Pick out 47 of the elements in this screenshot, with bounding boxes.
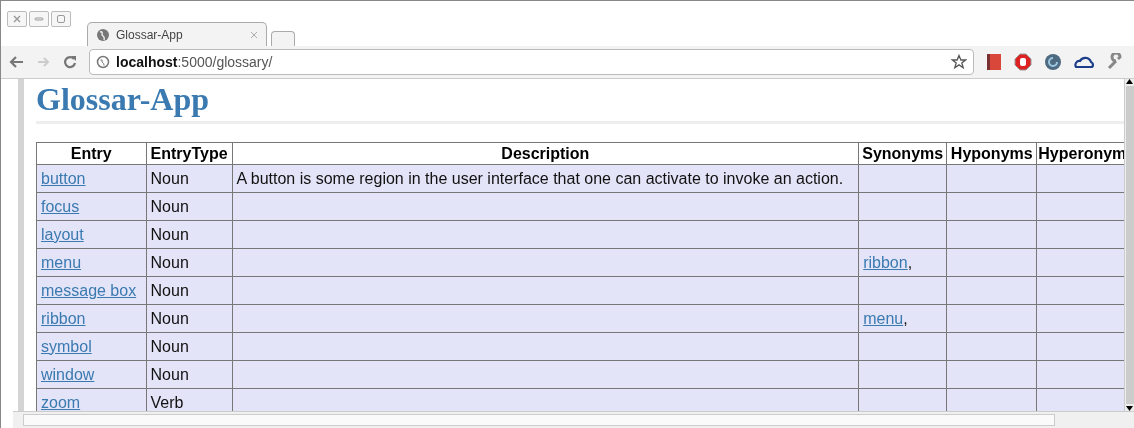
entry-link[interactable]: ribbon	[41, 309, 86, 327]
stop-hand-icon[interactable]	[1014, 53, 1032, 71]
entry-link[interactable]: menu	[41, 253, 82, 271]
url-text: localhost:5000/glossary/	[116, 54, 274, 70]
column-header: Description	[232, 142, 859, 165]
address-bar[interactable]: localhost:5000/glossary/	[89, 49, 974, 75]
globe-icon	[96, 55, 110, 69]
wrench-icon[interactable]	[1106, 53, 1124, 71]
reload-icon[interactable]	[63, 55, 77, 69]
synonym-link[interactable]: ribbon	[863, 253, 908, 271]
table-cell: Noun	[146, 192, 233, 221]
separator-text: ,	[907, 253, 913, 271]
column-header: Hyponyms	[946, 142, 1037, 165]
entry-link[interactable]: window	[41, 365, 95, 383]
close-tab-icon[interactable]	[250, 30, 258, 39]
maximize-icon	[56, 14, 66, 24]
entry-link[interactable]: focus	[41, 197, 80, 215]
entry-link[interactable]: button	[41, 169, 86, 187]
table-cell: Noun	[146, 332, 233, 361]
book-icon[interactable]	[986, 53, 1002, 71]
close-icon	[12, 14, 22, 24]
table-cell: Noun	[146, 360, 233, 389]
entry-link[interactable]: symbol	[41, 337, 92, 355]
table-cell: Noun	[146, 220, 233, 249]
star-icon[interactable]	[951, 54, 967, 70]
browser-tab[interactable]: Glossar-App	[87, 22, 267, 46]
page-heading: Glossar-App	[36, 81, 211, 117]
close-button[interactable]	[7, 11, 27, 27]
table-cell: A button is some region in the user interface that one can activate to invoke an action.	[232, 164, 859, 193]
globe-icon	[96, 27, 110, 42]
entry-link[interactable]: zoom	[41, 393, 81, 411]
separator-text: ,	[903, 309, 908, 327]
entry-link[interactable]: layout	[41, 225, 84, 243]
minimize-icon	[34, 14, 44, 24]
back-icon[interactable]	[9, 55, 25, 69]
cloud-icon[interactable]	[1074, 55, 1094, 69]
column-header: Entry	[36, 142, 147, 165]
maximize-button[interactable]	[51, 11, 71, 27]
table-cell: Noun	[146, 276, 233, 305]
column-header: Synonyms	[858, 142, 947, 165]
entry-link[interactable]: message box	[41, 281, 137, 299]
synonym-link[interactable]: menu	[863, 309, 904, 327]
table-cell: Noun	[146, 304, 233, 333]
new-tab-button[interactable]	[271, 31, 295, 46]
column-header: EntryType	[146, 142, 233, 165]
table-cell: Noun	[146, 248, 233, 277]
table-cell: Noun	[146, 164, 233, 193]
